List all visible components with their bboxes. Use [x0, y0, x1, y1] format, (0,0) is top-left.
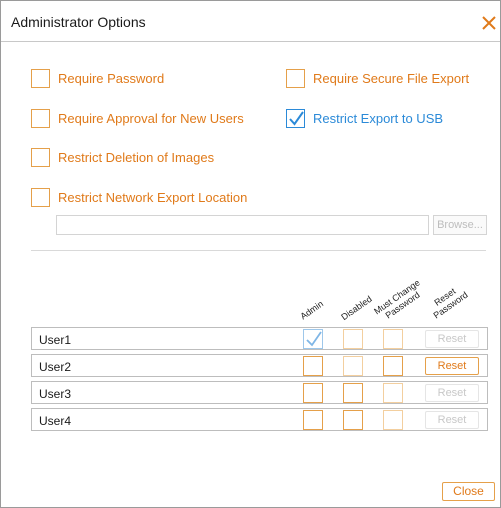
require-password-checkbox[interactable] — [31, 69, 50, 88]
user-name: User3 — [39, 387, 72, 401]
table-row: User3 Reset — [31, 381, 488, 404]
restrict-network-label: Restrict Network Export Location — [58, 190, 248, 205]
table-row: User1 Reset — [31, 327, 488, 350]
reset-password-button[interactable]: Reset — [425, 330, 479, 348]
must-change-password-checkbox[interactable] — [383, 356, 403, 376]
restrict-network-checkbox[interactable] — [31, 188, 50, 207]
must-change-password-checkbox[interactable] — [383, 329, 403, 349]
user-name: User2 — [39, 360, 72, 374]
user-table: User1 Reset User2 Reset User3 Reset User… — [31, 327, 488, 433]
admin-checkbox[interactable] — [303, 410, 323, 430]
column-header-must-change-password: Must Change Password — [372, 277, 422, 321]
require-password-label: Require Password — [58, 71, 165, 86]
column-header-admin: Admin — [298, 298, 326, 322]
section-divider — [31, 250, 486, 251]
close-button[interactable]: Close — [442, 482, 495, 501]
disabled-checkbox[interactable] — [343, 329, 363, 349]
require-approval-checkbox[interactable] — [31, 109, 50, 128]
browse-button[interactable]: Browse... — [433, 215, 487, 235]
restrict-deletion-checkbox[interactable] — [31, 148, 50, 167]
table-row: User2 Reset — [31, 354, 488, 377]
user-name: User4 — [39, 414, 72, 428]
close-x-icon[interactable] — [481, 15, 499, 33]
admin-checkbox[interactable] — [303, 329, 323, 349]
dialog-titlebar: Administrator Options — [1, 1, 500, 42]
disabled-checkbox[interactable] — [343, 410, 363, 430]
restrict-deletion-label: Restrict Deletion of Images — [58, 150, 215, 165]
user-name: User1 — [39, 333, 72, 347]
column-header-disabled: Disabled — [339, 293, 374, 323]
require-secure-export-label: Require Secure File Export — [313, 71, 470, 86]
require-approval-label: Require Approval for New Users — [58, 111, 244, 126]
checkmark-icon — [289, 111, 304, 126]
restrict-usb-label: Restrict Export to USB — [313, 111, 444, 126]
must-change-password-checkbox[interactable] — [383, 383, 403, 403]
admin-checkbox[interactable] — [303, 356, 323, 376]
disabled-checkbox[interactable] — [343, 356, 363, 376]
require-secure-export-checkbox[interactable] — [286, 69, 305, 88]
reset-password-button[interactable]: Reset — [425, 357, 479, 375]
must-change-password-checkbox[interactable] — [383, 410, 403, 430]
disabled-checkbox[interactable] — [343, 383, 363, 403]
reset-password-button[interactable]: Reset — [425, 384, 479, 402]
dialog-title: Administrator Options — [11, 14, 146, 30]
restrict-usb-checkbox[interactable] — [286, 109, 305, 128]
column-header-reset-password: Reset Password — [431, 286, 470, 321]
admin-checkbox[interactable] — [303, 383, 323, 403]
table-row: User4 Reset — [31, 408, 488, 431]
checkmark-icon — [306, 331, 322, 347]
administrator-options-dialog: Administrator Options Require Password R… — [0, 0, 501, 508]
network-path-input[interactable] — [56, 215, 429, 235]
reset-password-button[interactable]: Reset — [425, 411, 479, 429]
